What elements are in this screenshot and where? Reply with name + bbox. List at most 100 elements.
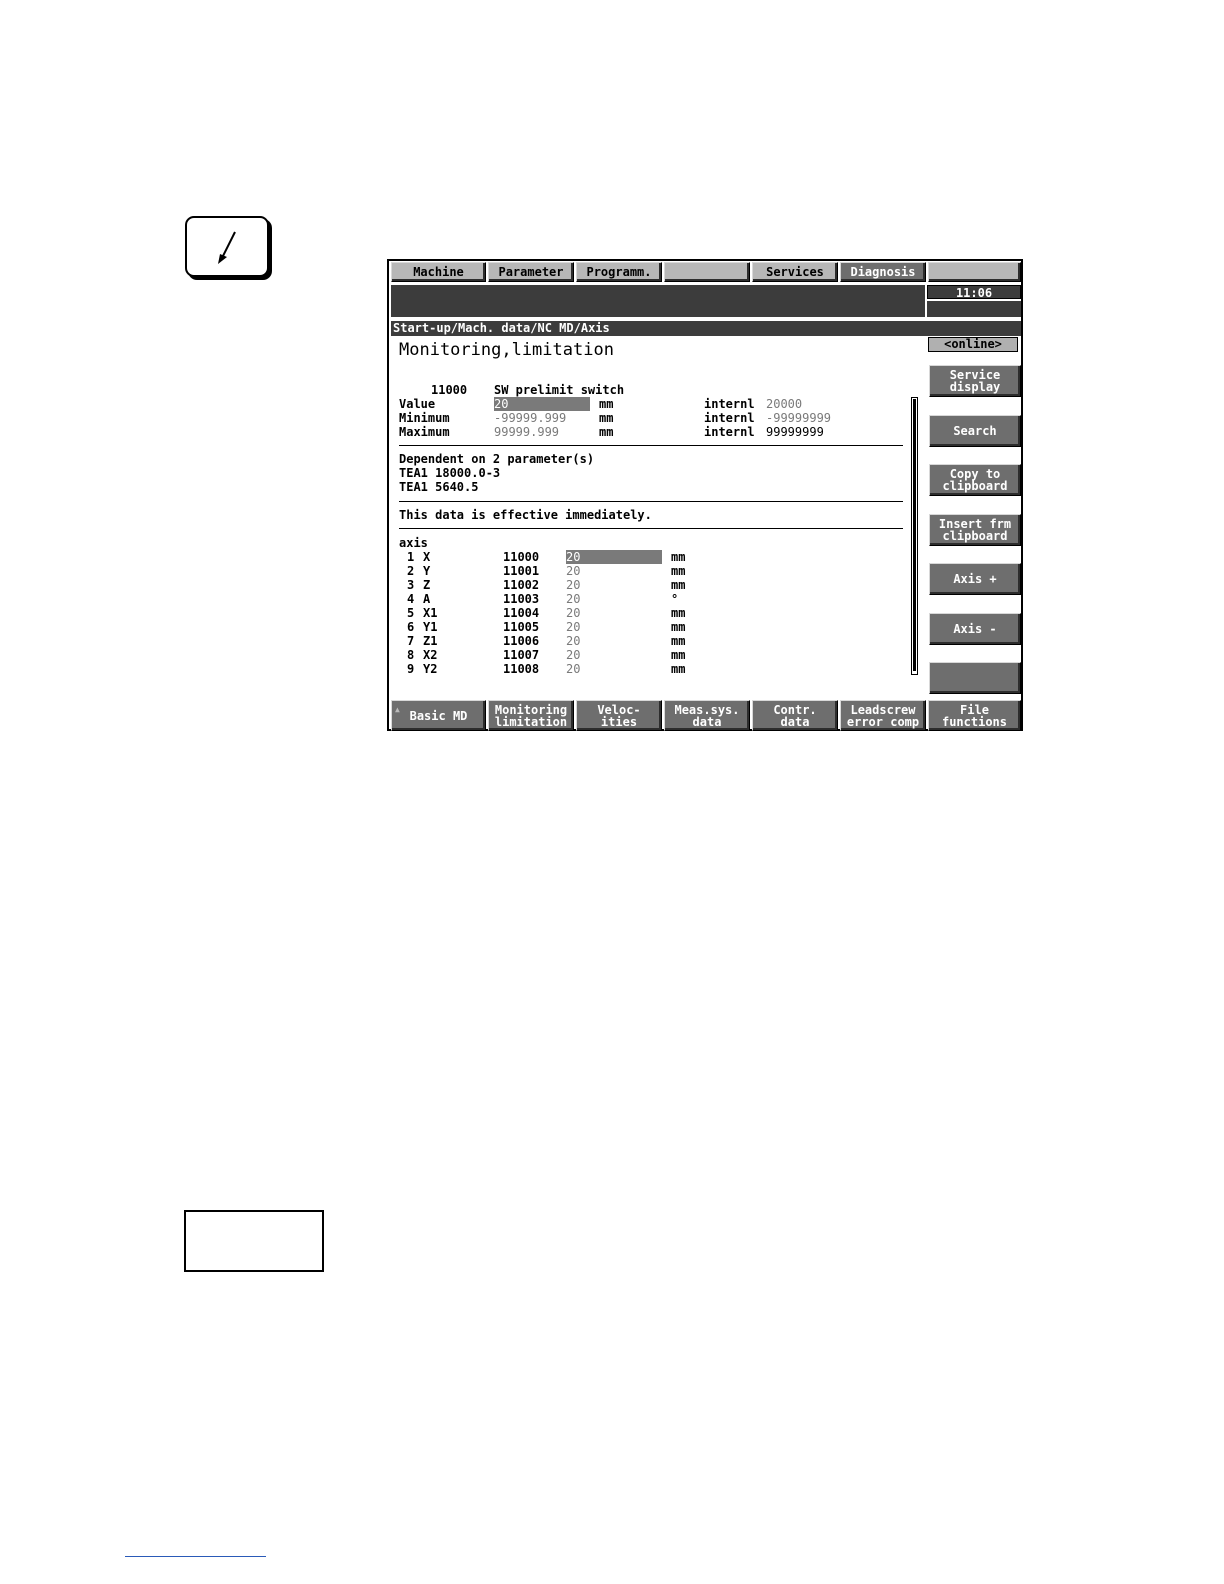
scrollbar-thumb[interactable] — [913, 399, 916, 671]
axis-unit: mm — [671, 648, 686, 662]
contr-data-button[interactable]: Contr. data — [752, 700, 838, 731]
breadcrumb: Start-up/Mach. data/NC MD/Axis — [391, 321, 1021, 336]
axis-unit: mm — [671, 620, 686, 634]
recall-arrow-icon: ▲ — [395, 705, 400, 714]
menu-tab-programm[interactable]: Programm. — [576, 262, 662, 282]
axis-name: Y1 — [423, 620, 438, 634]
value-unit: mm — [599, 397, 614, 411]
internl-max: 99999999 — [766, 425, 824, 439]
axis-unit: mm — [671, 550, 686, 564]
search-button[interactable]: Search — [929, 415, 1021, 447]
divider — [399, 445, 903, 446]
maximum-value: 99999.999 — [494, 425, 560, 439]
dependency-heading: Dependent on 2 parameter(s) — [399, 452, 595, 466]
list-item[interactable]: 2 Y 11001 20 mm — [389, 564, 909, 578]
axis-name: X — [423, 550, 431, 564]
axis-name: X2 — [423, 648, 438, 662]
copy-to-clipboard-button[interactable]: Copy to clipboard — [929, 464, 1021, 496]
axis-md-number: 11004 — [503, 606, 540, 620]
axis-name: Z — [423, 578, 431, 592]
axis-md-number: 11005 — [503, 620, 540, 634]
param-number: 11000 — [431, 383, 468, 397]
axis-value[interactable]: 20 — [566, 606, 580, 620]
axis-name: X1 — [423, 606, 438, 620]
axis-index: 9 — [407, 662, 415, 676]
axis-value[interactable]: 20 — [566, 648, 580, 662]
axis-list: 1 X 11000 20 mm 2 Y 11001 20 mm 3 Z 1100… — [389, 550, 909, 676]
axis-index: 4 — [407, 592, 415, 606]
internl-min: -99999999 — [766, 411, 832, 425]
scrollbar[interactable] — [911, 397, 918, 675]
note-symbol-box — [185, 216, 269, 277]
list-item[interactable]: 4 A 11003 20 ° — [389, 592, 909, 606]
axis-value[interactable]: 20 — [566, 620, 580, 634]
axis-name: A — [423, 592, 431, 606]
axis-unit: mm — [671, 662, 686, 676]
service-display-button[interactable]: Service display — [929, 365, 1021, 397]
page-title: Monitoring,limitation — [399, 340, 614, 360]
axis-value[interactable]: 20 — [566, 564, 580, 578]
menu-tab-machine[interactable]: Machine — [391, 262, 486, 282]
menu-tab-diagnosis[interactable]: Diagnosis — [840, 262, 926, 282]
online-status-badge: <online> — [928, 337, 1018, 352]
axis-index: 6 — [407, 620, 415, 634]
axis-md-number: 11002 — [503, 578, 540, 592]
axis-value[interactable]: 20 — [566, 550, 662, 564]
axis-unit: mm — [671, 564, 686, 578]
menu-tab-empty[interactable] — [664, 262, 750, 282]
menu-tab-empty-2[interactable] — [928, 262, 1021, 282]
list-item[interactable]: 8 X2 11007 20 mm — [389, 648, 909, 662]
empty-softkey[interactable] — [929, 662, 1021, 694]
axis-name: Y2 — [423, 662, 438, 676]
minimum-unit: mm — [599, 411, 614, 425]
list-item[interactable]: 5 X1 11004 20 mm — [389, 606, 909, 620]
arrow-down-left-icon — [218, 231, 236, 264]
message-bar — [391, 285, 925, 317]
clock-display: 11:06 — [927, 285, 1021, 300]
axis-heading: axis — [399, 536, 428, 550]
internl-value: 20000 — [766, 397, 803, 411]
axis-value[interactable]: 20 — [566, 578, 580, 592]
axis-name: Y — [423, 564, 431, 578]
minimum-value: -99999.999 — [494, 411, 567, 425]
dependency-item: TEA1 5640.5 — [399, 480, 479, 494]
internl-label: internl — [704, 425, 755, 439]
velocities-button[interactable]: Veloc- ities — [576, 700, 662, 731]
list-item[interactable]: 1 X 11000 20 mm — [389, 550, 909, 564]
effective-note: This data is effective immediately. — [399, 508, 652, 522]
minimum-label: Minimum — [399, 411, 450, 425]
basic-md-label: Basic MD — [409, 708, 468, 723]
list-item[interactable]: 7 Z1 11006 20 mm — [389, 634, 909, 648]
divider — [399, 528, 903, 529]
axis-index: 8 — [407, 648, 415, 662]
list-item[interactable]: 6 Y1 11005 20 mm — [389, 620, 909, 634]
param-name: SW prelimit switch — [494, 383, 625, 397]
insert-from-clipboard-button[interactable]: Insert frm clipboard — [929, 514, 1021, 546]
menu-tab-services[interactable]: Services — [752, 262, 838, 282]
list-item[interactable]: 9 Y2 11008 20 mm — [389, 662, 909, 676]
axis-index: 3 — [407, 578, 415, 592]
axis-value[interactable]: 20 — [566, 634, 580, 648]
menu-tab-parameter[interactable]: Parameter — [488, 262, 574, 282]
list-item[interactable]: 3 Z 11002 20 mm — [389, 578, 909, 592]
leadscrew-error-comp-button[interactable]: Leadscrew error comp — [840, 700, 926, 731]
axis-md-number: 11001 — [503, 564, 540, 578]
axis-unit: mm — [671, 606, 686, 620]
axis-value[interactable]: 20 — [566, 592, 580, 606]
axis-index: 2 — [407, 564, 415, 578]
axis-plus-button[interactable]: Axis + — [929, 563, 1021, 595]
meas-sys-data-button[interactable]: Meas.sys. data — [664, 700, 750, 731]
axis-minus-button[interactable]: Axis - — [929, 613, 1021, 645]
monitoring-limitation-button[interactable]: Monitoring limitation — [488, 700, 574, 731]
axis-unit: mm — [671, 578, 686, 592]
status-area — [927, 301, 1021, 317]
divider — [399, 501, 903, 502]
axis-md-number: 11008 — [503, 662, 540, 676]
maximum-unit: mm — [599, 425, 614, 439]
axis-index: 1 — [407, 550, 415, 564]
hmi-screen: Machine Parameter Programm. Services Dia… — [387, 259, 1023, 731]
file-functions-button[interactable]: File functions — [928, 700, 1021, 731]
value-input[interactable]: 20 — [494, 397, 590, 411]
basic-md-button[interactable]: ▲ Basic MD — [391, 700, 486, 731]
axis-value[interactable]: 20 — [566, 662, 580, 676]
